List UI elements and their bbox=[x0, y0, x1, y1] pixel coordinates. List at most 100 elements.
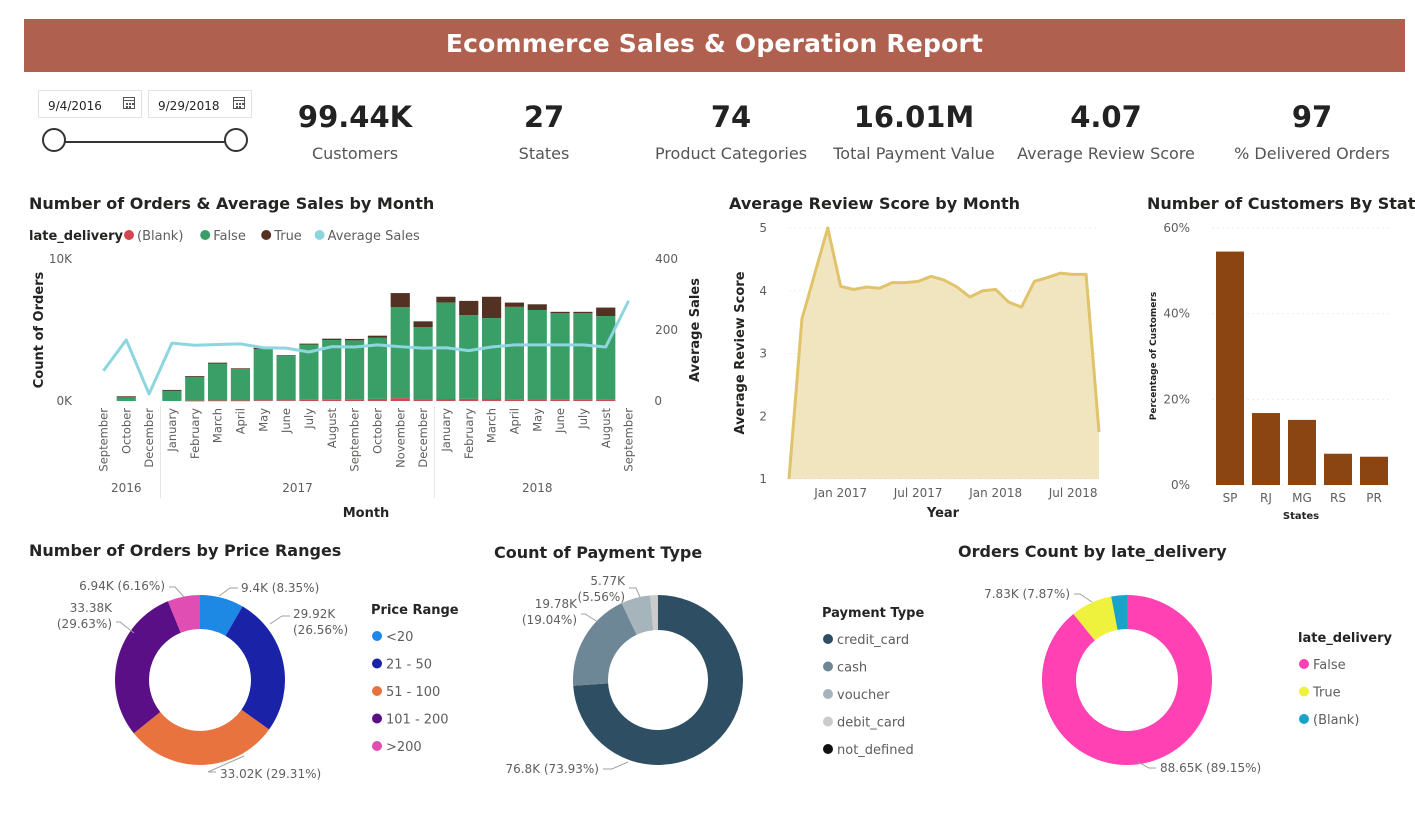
bar-true bbox=[550, 311, 570, 314]
bar-true bbox=[207, 362, 228, 364]
leader-line bbox=[269, 615, 290, 625]
y-tick-label: 4 bbox=[759, 284, 767, 298]
x-tick-label: SP bbox=[1223, 491, 1238, 505]
bar-blank bbox=[253, 400, 273, 401]
y-axis-title: Percentage of Customers bbox=[1149, 292, 1159, 420]
bar-false bbox=[230, 369, 251, 401]
bar-false bbox=[390, 307, 410, 399]
slice-data-label: 29.92K bbox=[293, 607, 336, 621]
legend-marker bbox=[823, 634, 833, 644]
bar-true bbox=[322, 338, 342, 341]
bar-blank bbox=[185, 400, 205, 402]
x-tick-label: September bbox=[96, 408, 110, 472]
legend-marker bbox=[372, 686, 382, 696]
slice-data-label: 76.8K (73.93%) bbox=[505, 762, 599, 776]
x-tick-label: December bbox=[142, 408, 156, 468]
state-bar bbox=[1324, 453, 1352, 485]
x-tick-label: Jan 2018 bbox=[968, 486, 1022, 500]
x-tick-label: December bbox=[416, 408, 430, 468]
legend-marker bbox=[823, 689, 833, 699]
bar-true bbox=[276, 355, 296, 357]
y-tick-label: 10K bbox=[49, 252, 73, 266]
bar-true bbox=[504, 302, 525, 307]
state-bar bbox=[1216, 251, 1244, 485]
bar-true bbox=[573, 311, 593, 314]
bar-true bbox=[299, 343, 319, 345]
x-tick-label: May bbox=[256, 408, 270, 432]
y-tick-label: 0K bbox=[56, 394, 73, 408]
bar-blank bbox=[459, 398, 479, 401]
donut-slice bbox=[573, 603, 637, 686]
x-tick-label: September bbox=[348, 408, 362, 472]
leader-line bbox=[169, 586, 185, 598]
state-bar bbox=[1288, 419, 1316, 485]
y-tick-label: 40% bbox=[1163, 307, 1190, 321]
bar-blank bbox=[413, 399, 433, 401]
x-tick-label: May bbox=[530, 408, 544, 432]
x-tick-label: June bbox=[279, 408, 293, 434]
y-tick-label: 5 bbox=[759, 221, 767, 235]
x-tick-label: April bbox=[507, 408, 521, 434]
bar-false bbox=[207, 363, 228, 401]
x-axis-title: Month bbox=[343, 506, 390, 521]
legend-label: credit_card bbox=[837, 633, 909, 648]
legend-marker bbox=[372, 658, 382, 669]
x-tick-label: February bbox=[462, 408, 476, 459]
state-bar bbox=[1252, 413, 1280, 485]
bar-false bbox=[413, 327, 433, 400]
bar-blank bbox=[573, 399, 593, 401]
y-tick-label: 3 bbox=[759, 347, 767, 361]
x-tick-label: July bbox=[302, 408, 316, 430]
x-tick-label: June bbox=[553, 408, 567, 434]
x-axis-title: Year bbox=[926, 506, 960, 521]
x-tick-label: November bbox=[393, 408, 407, 468]
x-tick-label: July bbox=[576, 408, 590, 430]
year-label: 2018 bbox=[522, 481, 553, 495]
bar-true bbox=[596, 307, 616, 317]
y-tick-label: 1 bbox=[759, 472, 767, 486]
legend-marker bbox=[314, 230, 325, 240]
legend-label: Average Sales bbox=[328, 229, 420, 244]
x-tick-label: Jul 2017 bbox=[893, 486, 943, 500]
slice-data-label: 7.83K (7.87%) bbox=[984, 587, 1070, 601]
bar-true bbox=[367, 335, 388, 338]
legend-marker bbox=[372, 631, 382, 641]
x-tick-label: October bbox=[119, 408, 133, 454]
bar-false bbox=[527, 309, 547, 400]
bar-false bbox=[185, 376, 205, 401]
y-tick-label: 60% bbox=[1163, 221, 1190, 235]
legend-marker bbox=[372, 741, 382, 751]
legend-marker bbox=[823, 661, 833, 672]
bar-true bbox=[230, 368, 251, 370]
bar-true bbox=[185, 376, 205, 377]
year-label: 2016 bbox=[111, 481, 142, 495]
x-tick-label: March bbox=[485, 408, 499, 443]
bar-false bbox=[481, 318, 502, 400]
state-bar bbox=[1360, 456, 1388, 485]
donut-slice bbox=[115, 601, 181, 734]
legend-label: voucher bbox=[837, 688, 890, 703]
legend-label: (Blank) bbox=[137, 229, 183, 244]
slice-data-label: 33.02K (29.31%) bbox=[220, 767, 321, 781]
slice-data-label: 19.78K bbox=[535, 597, 578, 611]
x-tick-label: Jul 2018 bbox=[1048, 486, 1098, 500]
x-tick-label: RS bbox=[1330, 491, 1346, 505]
x-axis-title: States bbox=[1283, 511, 1319, 522]
bar-false bbox=[550, 313, 570, 400]
x-tick-label: PR bbox=[1366, 491, 1382, 505]
legend-title: late_delivery bbox=[29, 229, 123, 244]
y2-tick-label: 400 bbox=[655, 252, 678, 266]
legend-label: False bbox=[213, 229, 246, 244]
legend-label: 21 - 50 bbox=[386, 658, 432, 673]
bar-blank bbox=[550, 399, 570, 401]
legend-marker bbox=[823, 744, 833, 754]
slice-data-label: (19.04%) bbox=[522, 613, 577, 627]
bar-false bbox=[253, 349, 273, 401]
y2-axis-title: Average Sales bbox=[688, 278, 703, 382]
legend-label: (Blank) bbox=[1313, 713, 1359, 728]
x-tick-label: January bbox=[165, 408, 179, 453]
legend-marker bbox=[124, 230, 134, 240]
bar-blank bbox=[322, 399, 342, 401]
slice-data-label: (29.63%) bbox=[57, 617, 112, 631]
bar-true bbox=[413, 321, 433, 328]
